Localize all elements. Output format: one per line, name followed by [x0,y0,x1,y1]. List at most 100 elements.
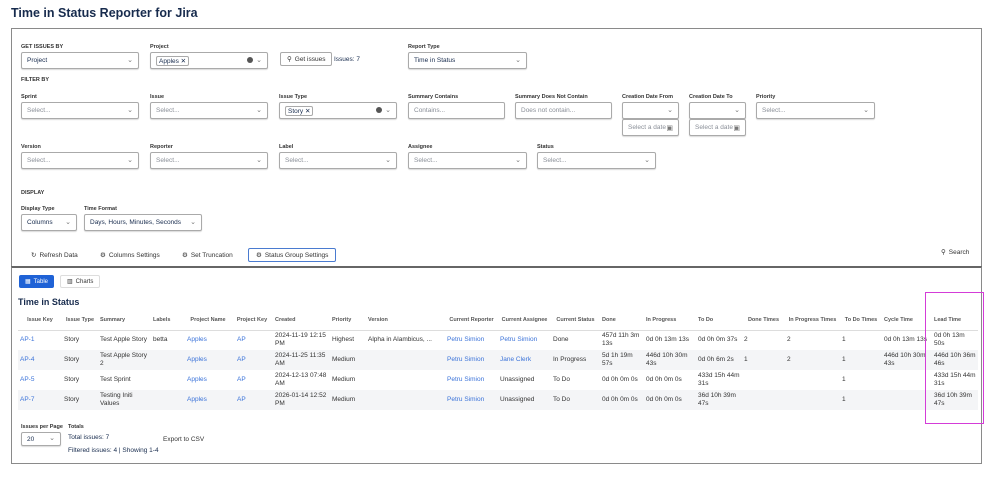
cell-link[interactable]: AP-4 [18,350,62,370]
cell-link[interactable]: Apples [185,390,231,410]
cell-link[interactable]: Petru Simion [445,350,498,370]
calendar-icon[interactable]: ▣ [733,124,740,132]
results-table: Issue Key Issue Type Summary Labels Project … [18,312,978,410]
chevron-down-icon: ⌄ [256,157,262,164]
reporter-select[interactable]: Select... ⌄ [150,152,268,169]
placeholder: Contains... [414,107,446,114]
cell-link[interactable]: Petru Simion [498,330,551,350]
cell-link[interactable]: AP-7 [18,390,62,410]
cell-link[interactable]: Apples [185,330,231,350]
issue-type-label: Issue Type [279,94,308,100]
creation-to-select[interactable]: ⌄ [689,102,746,119]
select-value: Columns [27,219,53,226]
issue-type-select[interactable]: Story ✕ ⌄ [279,102,397,119]
calendar-icon[interactable]: ▣ [666,124,673,132]
version-select[interactable]: Select... ⌄ [21,152,139,169]
column-header[interactable]: Issue Type [62,312,98,330]
column-header[interactable]: Current Status [551,312,600,330]
table-cell: Done [553,336,569,344]
refresh-data-button[interactable]: ↻ Refresh Data [31,248,78,262]
table-view-tab[interactable]: ▦ Table [19,275,55,288]
cell-link[interactable]: AP [231,370,273,390]
assignee-select[interactable]: Select... ⌄ [408,152,527,169]
creation-from-date-input[interactable]: Select a date ▣ [622,119,679,136]
cell-link[interactable]: Apples [185,370,231,390]
column-header[interactable]: Current Assignee [498,312,551,330]
status-select[interactable]: Select... ⌄ [537,152,656,169]
table-cell: 0d 0h 0m 0s [602,396,638,403]
column-header[interactable]: Summary [98,312,151,330]
cell-link[interactable]: Jane Clerk [498,350,551,370]
column-header[interactable]: In Progress Times [785,312,840,330]
creation-to-label: Creation Date To [689,94,733,100]
summary-not-contain-label: Summary Does Not Contain [515,94,588,100]
issue-select[interactable]: Select... ⌄ [150,102,268,119]
clear-icon[interactable] [247,57,253,63]
charts-view-tab[interactable]: ▥ Charts [60,275,101,288]
display-type-select[interactable]: Columns ⌄ [21,214,77,231]
column-header[interactable]: Done [600,312,644,330]
placeholder: Select... [156,157,180,164]
column-header[interactable]: Issue Key [18,312,62,330]
table-cell: 446d 10h 30m 43s [646,352,688,367]
placeholder: Select... [414,157,438,164]
cell-link[interactable]: Petru Simion [445,370,498,390]
table-cell [366,350,445,370]
table-cell: 0d 0h 0m 0s [602,376,638,383]
bar-chart-icon: ▥ [67,279,73,285]
column-header[interactable]: In Progress [644,312,696,330]
version-label: Version [21,144,41,150]
column-header[interactable]: Priority [330,312,366,330]
cell-link[interactable]: AP-5 [18,370,62,390]
column-header[interactable]: Current Reporter [445,312,498,330]
cell-link[interactable]: AP [231,350,273,370]
set-truncation-button[interactable]: ⚙ Set Truncation [182,248,233,262]
table-cell [742,390,785,410]
column-header[interactable]: To Do Times [840,312,882,330]
sprint-select[interactable]: Select... ⌄ [21,102,139,119]
column-header[interactable]: Created [273,312,330,330]
export-csv-link[interactable]: Export to CSV [163,436,204,443]
column-header[interactable]: Done Times [742,312,785,330]
project-tag[interactable]: Apples ✕ [156,55,190,66]
project-select[interactable]: Apples ✕ ⌄ [150,52,268,69]
columns-settings-button[interactable]: ⚙ Columns Settings [100,248,160,262]
placeholder: Select... [285,157,309,164]
priority-select[interactable]: Select... ⌄ [756,102,875,119]
report-type-select[interactable]: Time in Status ⌄ [408,52,527,69]
table-cell: 457d 11h 3m 13s [602,332,640,348]
table-cell: 0d 0h 0m 37s [698,336,738,344]
search-button[interactable]: ⚲ Search [941,245,969,259]
table-row: AP-7 Story Testing Initi Values Apples AP 202… [18,390,978,410]
sprint-label: Sprint [21,94,37,100]
get-issues-by-select[interactable]: Project ⌄ [21,52,139,69]
label-select[interactable]: Select... ⌄ [279,152,397,169]
per-page-select[interactable]: 20 ⌄ [21,432,61,446]
creation-from-select[interactable]: ⌄ [622,102,679,119]
issue-type-tag[interactable]: Story ✕ [285,105,314,116]
cell-link[interactable]: Apples [185,350,231,370]
creation-to-date-input[interactable]: Select a date ▣ [689,119,746,136]
table-cell: To Do [553,396,570,403]
table-cell: To Do [553,376,570,383]
cell-link[interactable]: AP [231,390,273,410]
summary-not-contain-input[interactable]: Does not contain... [515,102,612,119]
column-header[interactable]: Project Key [231,312,273,330]
column-header[interactable]: Labels [151,312,185,330]
cell-link[interactable]: AP [231,330,273,350]
column-header[interactable]: Version [366,312,445,330]
cell-link[interactable]: Petru Simion [445,330,498,350]
cell-link[interactable]: AP-1 [18,330,62,350]
status-group-settings-button[interactable]: ⚙ Status Group Settings [248,248,337,262]
get-issues-button[interactable]: ⚲ Get issues [280,52,333,66]
placeholder: Select... [156,107,180,114]
clear-icon[interactable] [376,107,382,113]
table-cell: 2 [787,336,791,344]
column-header[interactable]: Project Name [185,312,231,330]
summary-contains-input[interactable]: Contains... [408,102,505,119]
cell-link[interactable]: Petru Simion [445,390,498,410]
display-heading: DISPLAY [21,190,45,196]
table-cell: 36d 10h 39m 47s [698,392,736,407]
column-header[interactable]: To Do [696,312,742,330]
time-format-select[interactable]: Days, Hours, Minutes, Seconds ⌄ [84,214,202,231]
